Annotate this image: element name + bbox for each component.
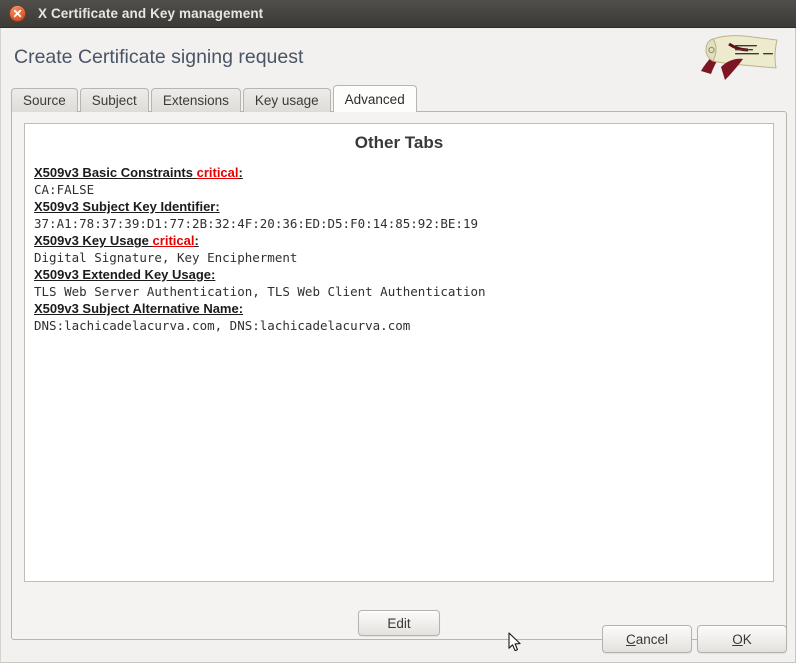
other-tabs-heading: Other Tabs	[354, 133, 444, 152]
extension-value-subject-key-identifier: 37:A1:78:37:39:D1:77:2B:32:4F:20:36:ED:D…	[34, 216, 479, 231]
tab-subject[interactable]: Subject	[79, 88, 149, 112]
extension-entry: X509v3 Subject Alternative Name: DNS:lac…	[34, 300, 773, 334]
window-title: X Certificate and Key management	[38, 6, 264, 21]
extension-value-extended-key-usage: TLS Web Server Authentication, TLS Web C…	[34, 284, 486, 299]
extension-name-subject-alternative-name: X509v3 Subject Alternative Name:	[34, 301, 244, 316]
extension-value-subject-alternative-name: DNS:lachicadelacurva.com, DNS:lachicadel…	[34, 318, 411, 333]
cancel-label-rest: ancel	[635, 631, 669, 647]
extension-value-basic-constraints: CA:FALSE	[34, 182, 95, 197]
edit-button[interactable]: Edit	[358, 610, 440, 636]
extension-name-basic-constraints: X509v3 Basic Constraints critical:	[34, 165, 243, 180]
app-logo	[691, 31, 787, 83]
extension-name-text: X509v3 Key Usage	[34, 233, 149, 248]
application-window: X Certificate and Key management Create …	[0, 0, 796, 663]
extension-entry: X509v3 Basic Constraints critical: CA:FA…	[34, 164, 773, 198]
critical-flag: critical	[152, 233, 195, 248]
extension-entry: X509v3 Key Usage critical: Digital Signa…	[34, 232, 773, 266]
extension-entry: X509v3 Subject Key Identifier: 37:A1:78:…	[34, 198, 773, 232]
cancel-button-label: Cancel	[626, 632, 668, 647]
extension-name-subject-key-identifier: X509v3 Subject Key Identifier:	[34, 199, 220, 214]
tab-bar: Source Subject Extensions Key usage Adva…	[11, 85, 787, 112]
window-titlebar: X Certificate and Key management	[0, 0, 796, 28]
ok-button[interactable]: OK	[697, 625, 787, 653]
ok-button-label: OK	[732, 632, 752, 647]
extension-name-text: X509v3 Subject Key Identifier	[34, 199, 216, 214]
cancel-button[interactable]: Cancel	[602, 625, 692, 653]
ok-accelerator: O	[732, 631, 743, 647]
extension-list: X509v3 Basic Constraints critical: CA:FA…	[25, 164, 773, 334]
tab-source[interactable]: Source	[11, 88, 78, 112]
critical-flag: critical	[196, 165, 239, 180]
close-icon[interactable]	[9, 5, 26, 22]
extension-name-text: X509v3 Extended Key Usage	[34, 267, 212, 282]
tab-key-usage[interactable]: Key usage	[242, 88, 331, 112]
tab-advanced[interactable]: Advanced	[332, 85, 417, 112]
extension-value-key-usage: Digital Signature, Key Encipherment	[34, 250, 298, 265]
extension-entry: X509v3 Extended Key Usage: TLS Web Serve…	[34, 266, 773, 300]
tab-panel-advanced: Other Tabs X509v3 Basic Constraints crit…	[11, 111, 787, 640]
extension-name-text: X509v3 Subject Alternative Name	[34, 301, 239, 316]
tab-extensions[interactable]: Extensions	[150, 88, 241, 112]
ok-label-rest: K	[742, 631, 752, 647]
extension-name-text: X509v3 Basic Constraints	[34, 165, 193, 180]
extension-name-extended-key-usage: X509v3 Extended Key Usage:	[34, 267, 216, 282]
cancel-accelerator: C	[625, 631, 636, 647]
page-title: Create Certificate signing request	[14, 46, 304, 68]
extension-name-key-usage: X509v3 Key Usage critical:	[34, 233, 199, 248]
other-tabs-box: Other Tabs X509v3 Basic Constraints crit…	[24, 123, 774, 582]
dialog-body: Create Certificate signing request Sourc…	[0, 28, 796, 663]
